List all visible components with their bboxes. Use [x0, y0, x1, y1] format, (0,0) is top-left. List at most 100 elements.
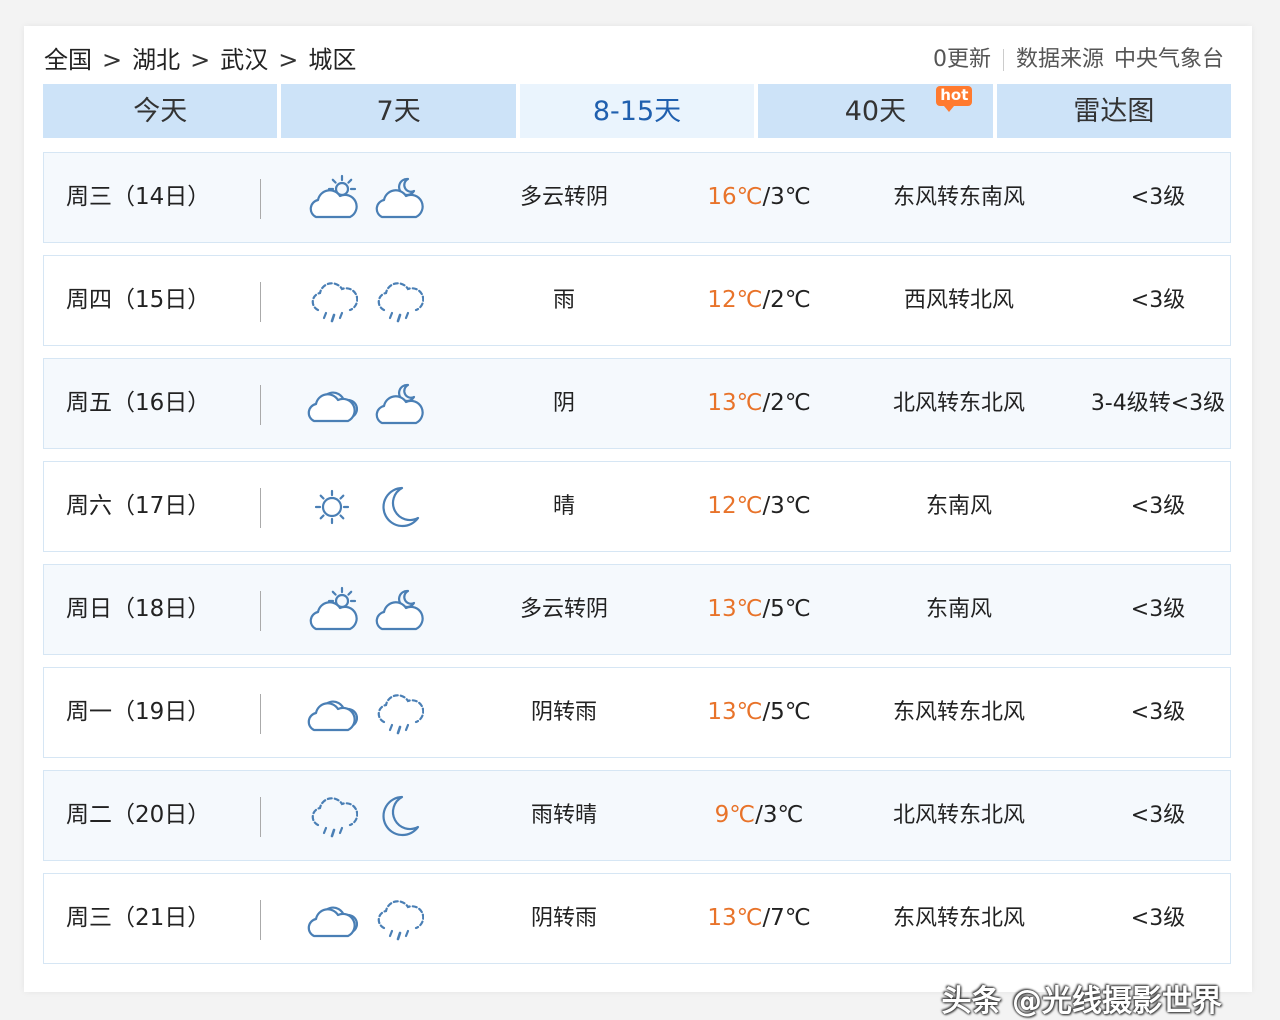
- breadcrumb-district[interactable]: 城区: [308, 42, 356, 78]
- forecast-day: 周三（14日）: [66, 184, 211, 210]
- weather-icons: [306, 276, 426, 326]
- tab-7-days[interactable]: 7天: [281, 84, 516, 138]
- source-label: 数据来源: [1015, 47, 1104, 72]
- divider: [260, 488, 261, 528]
- divider: [260, 694, 261, 734]
- weather-icons: [306, 173, 426, 223]
- temp-low: /2℃: [762, 287, 811, 313]
- temp-low: /5℃: [762, 596, 811, 622]
- overcast-icon: [306, 688, 359, 738]
- breadcrumb: 全国 > 湖北 > 武汉 > 城区: [44, 42, 356, 78]
- wind-level: <3级: [1130, 185, 1186, 210]
- divider: [260, 591, 261, 631]
- wind-level: <3级: [1130, 597, 1186, 622]
- divider: [260, 282, 261, 322]
- weather-icons: [306, 688, 426, 738]
- wind-direction: 北风转东北风: [892, 391, 1025, 416]
- forecast-day: 周一（19日）: [66, 699, 211, 725]
- divider: [260, 179, 261, 219]
- weather-icons: [306, 379, 426, 429]
- forecast-day: 周六（17日）: [66, 493, 211, 519]
- weather-icons: [306, 585, 426, 635]
- forecast-tabs: 今天 7天 8-15天 40天 hot 雷达图: [43, 84, 1232, 138]
- temp-high: 16℃: [707, 184, 763, 210]
- overcast-icon: [306, 379, 359, 429]
- temperature: 16℃/3℃: [664, 153, 854, 242]
- partly-cloudy-moon-icon: [372, 173, 424, 223]
- wind-level: <3级: [1130, 494, 1186, 519]
- forecast-row[interactable]: 周五（16日） 阴 13℃/2℃ 北风转东北风 3-4级转<3级: [43, 358, 1231, 449]
- wind-direction: 西风转北风: [903, 288, 1014, 313]
- wind-level: <3级: [1130, 803, 1186, 828]
- wind-direction: 东风转东南风: [892, 185, 1025, 210]
- wind-level: <3级: [1130, 906, 1186, 931]
- tab-40-days[interactable]: 40天 hot: [758, 84, 993, 138]
- temp-low: /7℃: [762, 905, 811, 931]
- breadcrumb-city[interactable]: 武汉: [220, 42, 268, 78]
- data-source: 0更新 数据来源 中央气象台: [933, 42, 1224, 78]
- tab-today[interactable]: 今天: [43, 84, 278, 138]
- rain-icon: [372, 276, 425, 326]
- breadcrumb-separator: >: [190, 46, 211, 74]
- temp-high: 12℃: [707, 287, 763, 313]
- temp-low: /5℃: [762, 699, 811, 725]
- wind-direction: 东风转东北风: [892, 700, 1025, 725]
- forecast-day: 周三（21日）: [66, 905, 211, 931]
- temperature: 13℃/2℃: [664, 359, 854, 448]
- wind-direction: 东南风: [925, 494, 992, 519]
- forecast-row[interactable]: 周日（18日） 多云转阴 13℃/5℃ 东南风 <3级: [43, 564, 1231, 655]
- weather-condition: 雨转晴: [530, 803, 597, 828]
- weather-icons: [306, 791, 426, 841]
- temp-low: /3℃: [762, 493, 811, 519]
- weather-condition: 阴: [552, 391, 575, 416]
- wind-level: <3级: [1130, 700, 1186, 725]
- rain-icon: [372, 894, 425, 944]
- temp-high: 13℃: [707, 699, 763, 725]
- forecast-row[interactable]: 周一（19日） 阴转雨 13℃/5℃ 东风转东北风 <3级: [43, 667, 1231, 758]
- moon-icon: [372, 791, 424, 841]
- wind-direction: 北风转东北风: [892, 803, 1025, 828]
- temp-low: /2℃: [762, 390, 811, 416]
- divider: [260, 900, 261, 940]
- breadcrumb-province[interactable]: 湖北: [132, 42, 180, 78]
- forecast-row[interactable]: 周四（15日） 雨 12℃/2℃ 西风转北风 <3级: [43, 255, 1231, 346]
- temp-low: /3℃: [762, 184, 811, 210]
- tab-radar[interactable]: 雷达图: [996, 84, 1232, 138]
- forecast-row[interactable]: 周六（17日） 晴 12℃/3℃ 东南风 <3级: [43, 461, 1231, 552]
- temp-high: 13℃: [707, 905, 763, 931]
- forecast-row[interactable]: 周三（21日） 阴转雨 13℃/7℃ 东风转东北风 <3级: [43, 873, 1231, 964]
- moon-icon: [372, 482, 424, 532]
- update-status: 0更新: [932, 47, 991, 72]
- forecast-row[interactable]: 周二（20日） 雨转晴 9℃/3℃ 北风转东北风 <3级: [43, 770, 1231, 861]
- partly-cloudy-sun-icon: [306, 173, 358, 223]
- weather-condition: 雨: [552, 288, 575, 313]
- partly-cloudy-moon-icon: [372, 379, 424, 429]
- rain-icon: [306, 276, 359, 326]
- forecast-list: 周三（14日） 多云转阴 16℃/3℃ 东风转东南风 <3级 周四（15日） 雨…: [43, 152, 1231, 976]
- temperature: 13℃/5℃: [664, 668, 854, 757]
- temp-low: /3℃: [755, 802, 804, 828]
- top-bar: 全国 > 湖北 > 武汉 > 城区 0更新 数据来源 中央气象台: [44, 42, 1224, 78]
- weather-condition: 阴转雨: [530, 700, 597, 725]
- divider: [260, 385, 261, 425]
- rain-icon: [306, 791, 359, 841]
- weather-icons: [306, 894, 426, 944]
- wind-direction: 东南风: [925, 597, 992, 622]
- tab-8-15-days[interactable]: 8-15天: [519, 84, 755, 138]
- source-provider[interactable]: 中央气象台: [1114, 42, 1224, 78]
- weather-icons: [306, 482, 426, 532]
- forecast-day: 周二（20日）: [66, 802, 211, 828]
- divider: [1002, 49, 1004, 71]
- wind-level: 3-4级转<3级: [1090, 391, 1226, 416]
- rain-icon: [372, 688, 425, 738]
- weather-condition: 多云转阴: [519, 597, 608, 622]
- temperature: 12℃/3℃: [664, 462, 854, 551]
- breadcrumb-country[interactable]: 全国: [44, 42, 92, 78]
- temp-high: 12℃: [707, 493, 763, 519]
- weather-panel: 全国 > 湖北 > 武汉 > 城区 0更新 数据来源 中央气象台 今天 7天 8…: [24, 26, 1252, 1019]
- forecast-row[interactable]: 周三（14日） 多云转阴 16℃/3℃ 东风转东南风 <3级: [43, 152, 1231, 243]
- forecast-day: 周四（15日）: [66, 287, 211, 313]
- temperature: 13℃/7℃: [664, 874, 854, 963]
- temperature: 12℃/2℃: [664, 256, 854, 345]
- temp-high: 9℃: [714, 802, 756, 828]
